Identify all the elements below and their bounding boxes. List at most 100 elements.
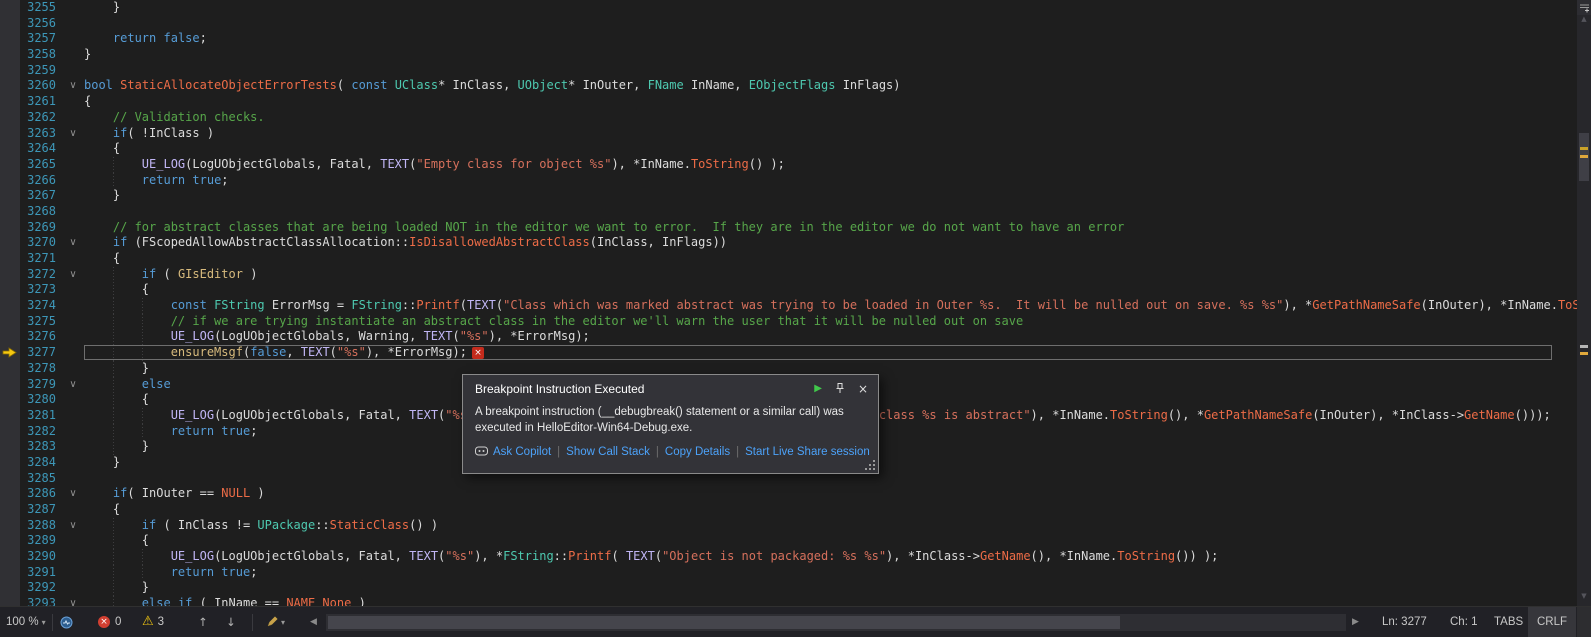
breakpoint-margin[interactable] (0, 392, 20, 408)
code-text[interactable] (84, 204, 1591, 220)
next-issue-button[interactable]: ↓ (226, 607, 236, 637)
breakpoint-margin[interactable] (0, 439, 20, 455)
code-text[interactable]: if( InOuter == NULL ) (84, 486, 1591, 502)
breakpoint-margin[interactable] (0, 424, 20, 440)
column-indicator[interactable]: Ch: 1 (1450, 607, 1478, 637)
breakpoint-margin[interactable] (0, 408, 20, 424)
fold-chevron-icon[interactable]: ∨ (62, 126, 84, 142)
code-text[interactable]: } (84, 188, 1591, 204)
fold-chevron-icon[interactable]: ∨ (62, 518, 84, 534)
code-text[interactable]: { (84, 502, 1591, 518)
vertical-scrollbar[interactable]: ▲ ▼ (1577, 0, 1591, 606)
breakpoint-margin[interactable] (0, 157, 20, 173)
fold-chevron-icon[interactable]: ∨ (62, 267, 84, 283)
code-text[interactable]: return false; (84, 31, 1591, 47)
code-text[interactable] (84, 63, 1591, 79)
code-text[interactable]: return true; (84, 565, 1591, 581)
fold-chevron-icon[interactable]: ∨ (62, 596, 84, 606)
fold-chevron-icon[interactable]: ∨ (62, 235, 84, 251)
breakpoint-margin[interactable] (0, 188, 20, 204)
code-text[interactable]: if ( InClass != UPackage::StaticClass() … (84, 518, 1591, 534)
fold-chevron-icon[interactable]: ∨ (62, 486, 84, 502)
code-text[interactable]: bool StaticAllocateObjectErrorTests( con… (84, 78, 1591, 94)
code-text[interactable]: UE_LOG(LogUObjectGlobals, Warning, TEXT(… (84, 329, 1591, 345)
zoom-control[interactable]: 100 %▾ (6, 607, 46, 637)
resize-grip[interactable] (873, 468, 875, 470)
breakpoint-margin[interactable] (0, 549, 20, 565)
breakpoint-margin[interactable] (0, 63, 20, 79)
code-text[interactable] (84, 16, 1591, 32)
breakpoint-margin[interactable] (0, 329, 20, 345)
eol-indicator[interactable]: CRLF (1528, 607, 1576, 637)
code-text[interactable]: // if we are trying instantiate an abstr… (84, 314, 1591, 330)
warning-indicator[interactable]: ⚠3 (142, 607, 164, 637)
breakpoint-margin[interactable] (0, 94, 20, 110)
code-text[interactable]: { (84, 94, 1591, 110)
breakpoint-margin[interactable] (0, 78, 20, 94)
breakpoint-margin[interactable] (0, 204, 20, 220)
breakpoint-margin[interactable] (0, 47, 20, 63)
breakpoint-margin[interactable] (0, 565, 20, 581)
breakpoint-margin[interactable] (0, 173, 20, 189)
breakpoint-margin[interactable] (0, 251, 20, 267)
breakpoint-margin[interactable] (0, 361, 20, 377)
code-text[interactable]: else if ( InName == NAME_None ) (84, 596, 1591, 606)
code-cleanup-button[interactable]: ▾ (266, 607, 285, 637)
copy-details-link[interactable]: Copy Details (665, 446, 730, 458)
execution-pointer-margin[interactable] (0, 345, 20, 361)
show-call-stack-link[interactable]: Show Call Stack (566, 446, 650, 458)
breakpoint-margin[interactable] (0, 298, 20, 314)
breakpoint-margin[interactable] (0, 314, 20, 330)
pin-icon[interactable] (834, 382, 846, 396)
code-text[interactable]: // Validation checks. (84, 110, 1591, 126)
document-health-icon[interactable] (60, 616, 73, 629)
breakpoint-margin[interactable] (0, 486, 20, 502)
code-text[interactable]: if ( GIsEditor ) (84, 267, 1591, 283)
breakpoint-margin[interactable] (0, 282, 20, 298)
breakpoint-margin[interactable] (0, 235, 20, 251)
code-text[interactable]: UE_LOG(LogUObjectGlobals, Fatal, TEXT("E… (84, 157, 1591, 173)
line-indicator[interactable]: Ln: 3277 (1382, 607, 1427, 637)
breakpoint-margin[interactable] (0, 518, 20, 534)
breakpoint-margin[interactable] (0, 596, 20, 606)
code-text[interactable]: } (84, 580, 1591, 596)
start-live-share-link[interactable]: Start Live Share session (745, 446, 870, 458)
breakpoint-margin[interactable] (0, 31, 20, 47)
breakpoint-margin[interactable] (0, 377, 20, 393)
prev-issue-button[interactable]: ↑ (198, 607, 208, 637)
breakpoint-margin[interactable] (0, 580, 20, 596)
hscroll-right-arrow[interactable]: ▶ (1352, 607, 1359, 637)
code-text[interactable]: } (84, 47, 1591, 63)
horizontal-scrollbar[interactable] (326, 614, 1346, 631)
code-text[interactable]: { (84, 251, 1591, 267)
code-text[interactable]: { (84, 141, 1591, 157)
ask-copilot-link[interactable]: Ask Copilot (493, 446, 551, 458)
breakpoint-margin[interactable] (0, 471, 20, 487)
scroll-up-icon[interactable]: ▲ (1577, 15, 1591, 23)
breakpoint-margin[interactable] (0, 110, 20, 126)
breakpoint-hit-icon[interactable]: × (472, 347, 484, 359)
code-text[interactable]: if( !InClass ) (84, 126, 1591, 142)
code-text[interactable]: return true; (84, 173, 1591, 189)
scroll-down-icon[interactable]: ▼ (1577, 592, 1591, 600)
code-text[interactable]: UE_LOG(LogUObjectGlobals, Fatal, TEXT("%… (84, 549, 1591, 565)
breakpoint-margin[interactable] (0, 141, 20, 157)
fold-chevron-icon[interactable]: ∨ (62, 377, 84, 393)
fold-chevron-icon[interactable]: ∨ (62, 78, 84, 94)
horizontal-scrollbar-thumb[interactable] (328, 616, 1120, 629)
continue-button[interactable]: ▶ (814, 383, 822, 395)
split-editor-icon[interactable] (1577, 0, 1591, 15)
hscroll-left-arrow[interactable]: ◀ (310, 607, 317, 637)
tabs-indicator[interactable]: TABS (1494, 607, 1523, 637)
breakpoint-margin[interactable] (0, 126, 20, 142)
close-icon[interactable]: × (858, 383, 868, 395)
breakpoint-margin[interactable] (0, 267, 20, 283)
code-text[interactable]: // for abstract classes that are being l… (84, 220, 1591, 236)
code-area[interactable]: 3255 }32563257 return false;3258}3259326… (0, 0, 1591, 606)
code-text[interactable]: if (FScopedAllowAbstractClassAllocation:… (84, 235, 1591, 251)
code-text[interactable]: { (84, 533, 1591, 549)
code-text[interactable]: } (84, 0, 1591, 16)
breakpoint-margin[interactable] (0, 0, 20, 16)
breakpoint-margin[interactable] (0, 455, 20, 471)
breakpoint-margin[interactable] (0, 533, 20, 549)
